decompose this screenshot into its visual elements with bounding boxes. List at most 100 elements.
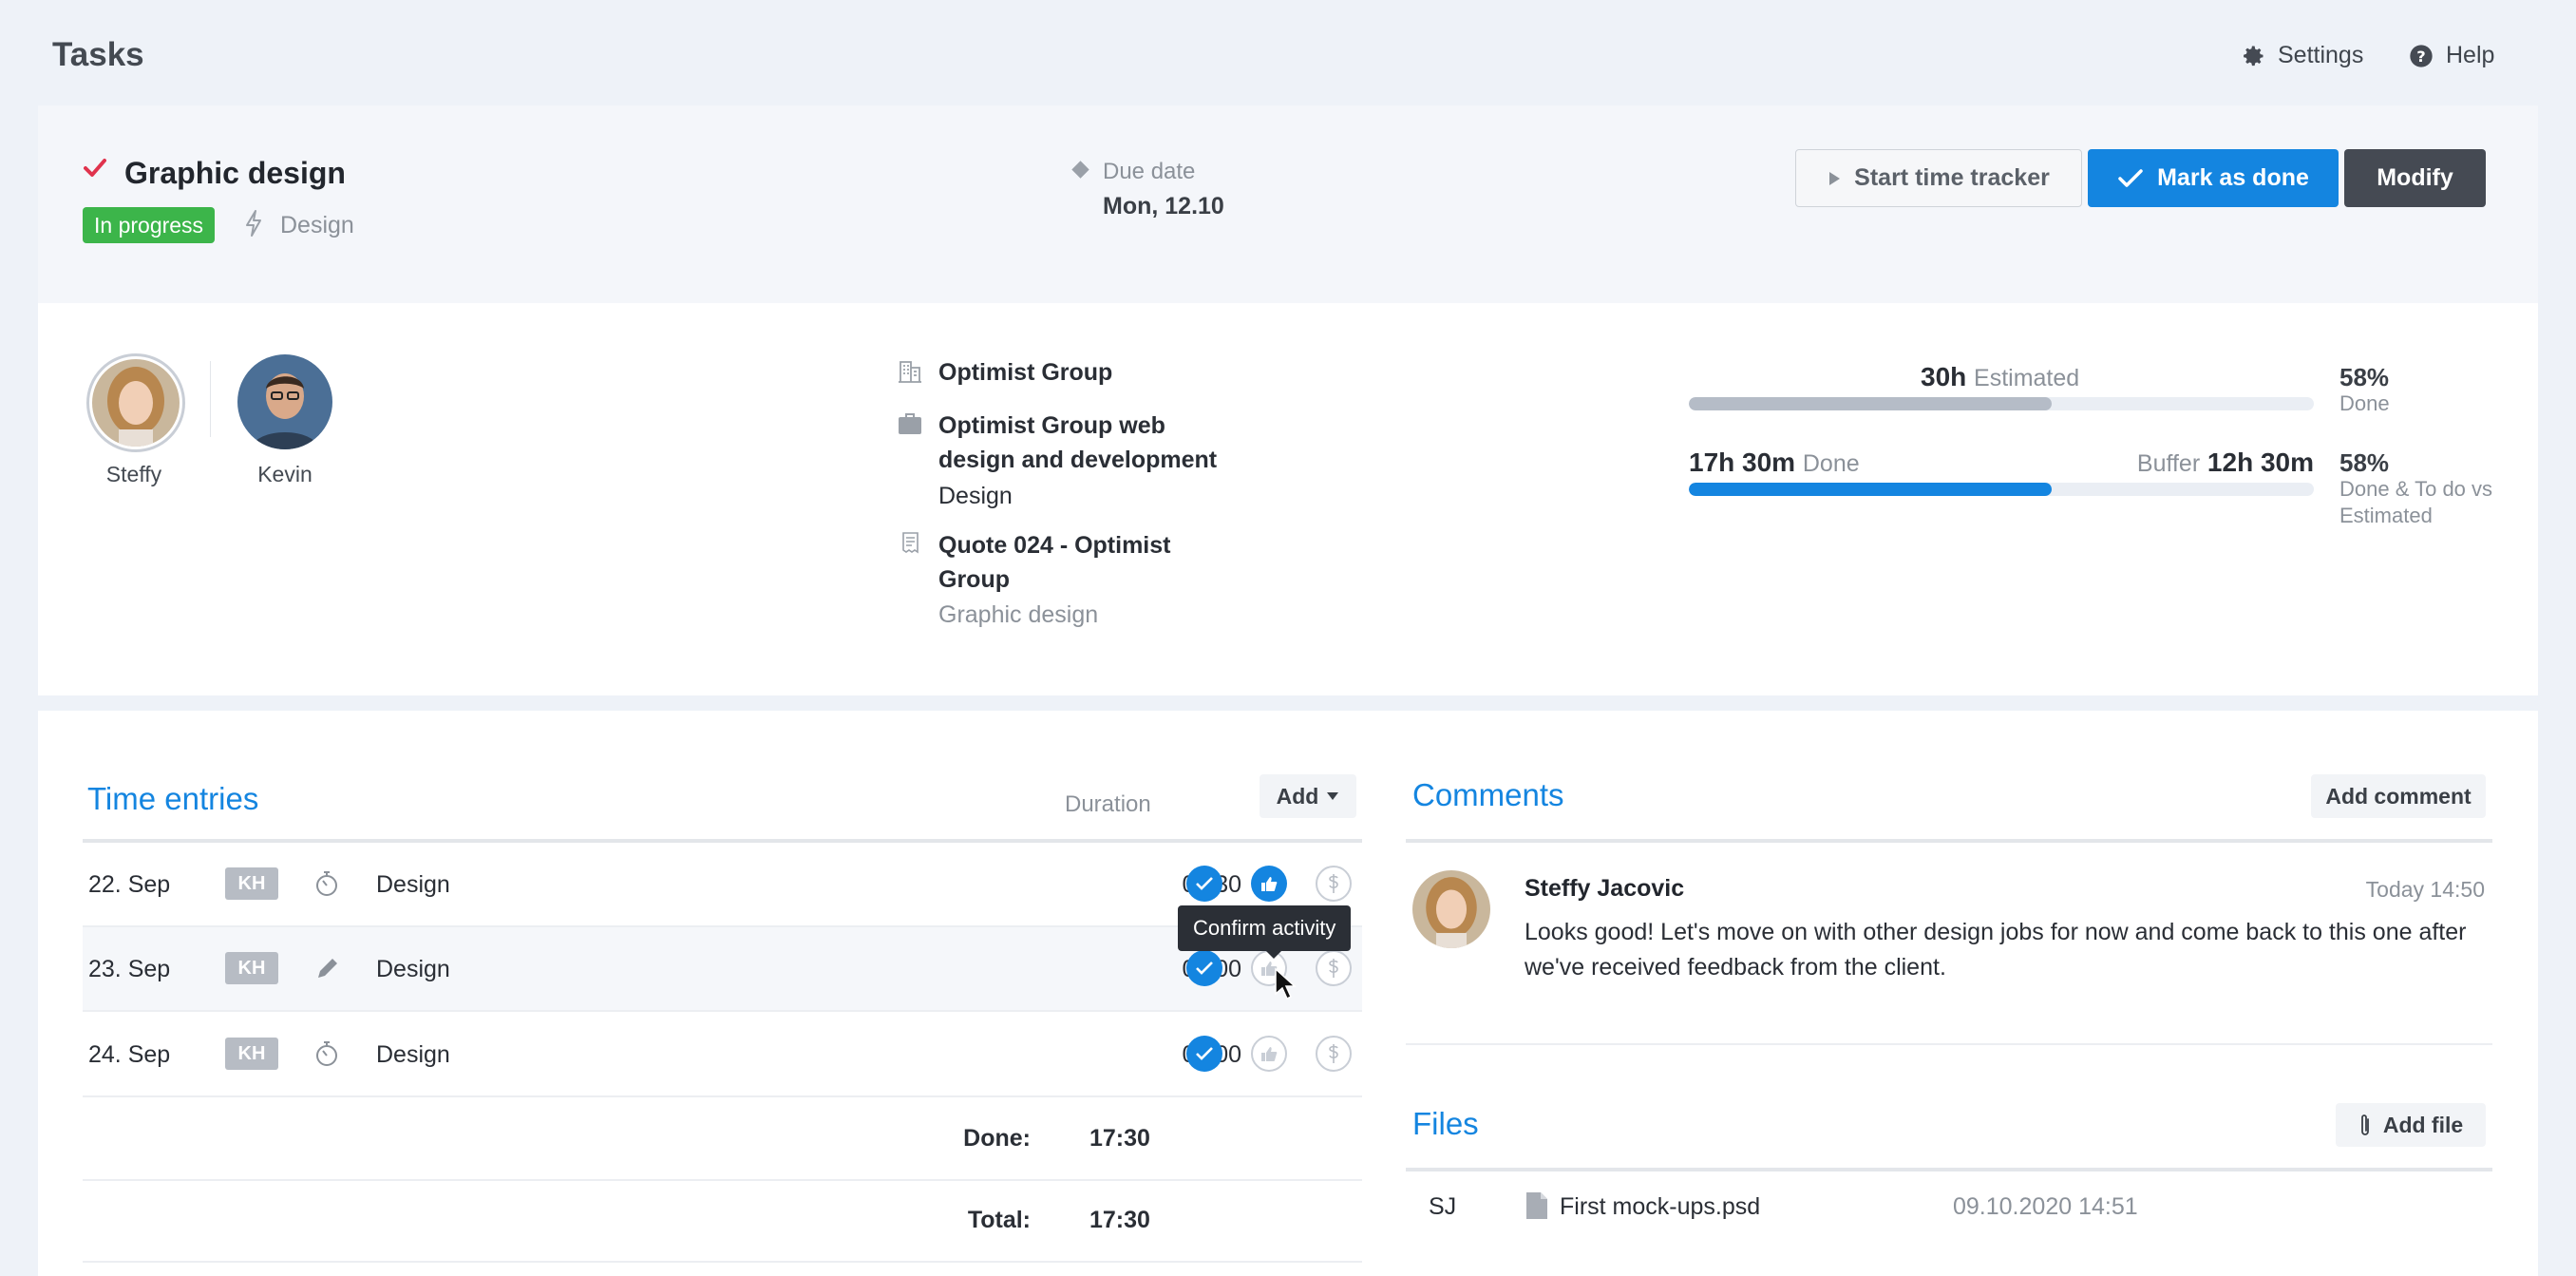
divider (1406, 1043, 2492, 1045)
files-title: Files (1412, 1106, 1479, 1141)
person-photo-icon (92, 359, 180, 447)
dollar-icon (1329, 1044, 1338, 1063)
done-total-value: 17:30 (1089, 1125, 1150, 1152)
estimated-progress-fill (1689, 397, 2052, 410)
add-file-button[interactable]: Add file (2336, 1103, 2486, 1147)
done-check-button[interactable] (1186, 866, 1222, 902)
check-icon (84, 159, 106, 177)
mark-as-done-label: Mark as done (2157, 164, 2309, 191)
done-progress-fill (1689, 483, 2052, 496)
avatar-kevin[interactable] (237, 354, 332, 449)
user-badge: KH (225, 952, 278, 984)
add-file-label: Add file (2382, 1112, 2464, 1137)
quote-name[interactable]: Quote 024 - Optimist Group (938, 528, 1242, 597)
grand-total-label: Total: (967, 1207, 1031, 1233)
stopwatch-icon (316, 871, 337, 896)
divider (210, 361, 211, 437)
confirm-activity-tooltip: Confirm activity (1178, 905, 1352, 959)
file-name[interactable]: First mock-ups.psd (1560, 1193, 1760, 1221)
billable-button[interactable] (1316, 866, 1352, 902)
page-title: Tasks (52, 36, 144, 73)
stopwatch-icon (316, 1041, 337, 1066)
user-badge: KH (225, 1038, 278, 1070)
done-check-button[interactable] (1186, 1036, 1222, 1072)
comment-author: Steffy Jacovic (1525, 875, 1685, 902)
comment-text: Looks good! Let's move on with other des… (1525, 919, 2467, 981)
check-icon (1196, 1047, 1213, 1060)
modify-button[interactable]: Modify (2344, 149, 2486, 207)
time-entries-title: Time entries (87, 781, 259, 816)
entry-date: 24. Sep (88, 1041, 171, 1068)
avatar (1412, 870, 1490, 948)
add-time-entry-button[interactable]: Add (1260, 774, 1356, 818)
caret-down-icon (1327, 792, 1339, 800)
person-photo-icon (1412, 870, 1490, 948)
person-photo-icon (237, 354, 332, 449)
file-uploader: SJ (1429, 1193, 1457, 1220)
gear-icon (2244, 46, 2263, 66)
done-percent-label: Done (2339, 391, 2390, 415)
file-row[interactable]: SJ First mock-ups.psd 09.10.2020 14:51 (1406, 1175, 2492, 1236)
done-text: 17h 30m Done (1689, 448, 1860, 478)
help-link[interactable]: ? Help (2408, 42, 2494, 69)
settings-label: Settings (2278, 42, 2364, 68)
svg-text:?: ? (2416, 47, 2425, 65)
confirm-activity-button[interactable] (1251, 1036, 1287, 1072)
estimated-label: Estimated (1974, 365, 2080, 391)
help-label: Help (2446, 42, 2495, 68)
add-comment-button[interactable]: Add comment (2311, 774, 2486, 818)
project-name[interactable]: Optimist Group web design and developmen… (938, 409, 1242, 477)
entry-description: Design (376, 956, 450, 982)
status-badge: In progress (83, 207, 216, 243)
entry-date: 23. Sep (88, 956, 171, 982)
avatar-steffy[interactable] (86, 353, 185, 452)
building-icon (899, 361, 921, 383)
check-icon (2118, 168, 2143, 187)
billable-button[interactable] (1316, 1036, 1352, 1072)
done-progress-bar (1689, 483, 2314, 496)
duration-column-header: Duration (1065, 791, 1151, 817)
add-label: Add (1276, 783, 1319, 809)
task-title: Graphic design (124, 156, 346, 190)
comments-title: Comments (1412, 777, 1564, 812)
comment-timestamp: Today 14:50 (2365, 877, 2485, 902)
todo-percent-label: Done & To do vs Estimated (2339, 477, 2493, 527)
estimated-progress-bar (1689, 397, 2314, 410)
file-date: 09.10.2020 14:51 (1953, 1193, 2138, 1220)
receipt-icon (902, 532, 919, 554)
start-time-tracker-button[interactable]: Start time tracker (1795, 149, 2082, 207)
divider (83, 1261, 1362, 1263)
settings-link[interactable]: Settings (2240, 42, 2363, 69)
file-icon (1526, 1192, 1547, 1219)
thumbs-up-icon (1261, 877, 1278, 891)
due-date-label: Due date (1103, 159, 1196, 184)
quote-item: Graphic design (938, 601, 1099, 628)
company-name[interactable]: Optimist Group (938, 355, 1242, 390)
done-check-button[interactable] (1186, 950, 1222, 986)
table-row[interactable]: 22. Sep KH Design 04:30 (83, 843, 1362, 927)
billable-button[interactable] (1316, 950, 1352, 986)
done-percent: 58% (2339, 363, 2390, 391)
done-value: 17h 30m (1689, 448, 1796, 477)
cursor-icon (1275, 967, 1297, 1000)
done-label: Done (1802, 450, 1860, 477)
play-icon (1829, 171, 1841, 185)
thumbs-up-icon (1261, 1047, 1278, 1061)
todo-percent: 58% (2339, 448, 2390, 477)
mark-as-done-button[interactable]: Mark as done (2088, 149, 2339, 207)
project-type: Design (938, 483, 1013, 509)
estimated-text: 30h Estimated (1921, 362, 2079, 392)
due-date-value: Mon, 12.10 (1103, 193, 1224, 219)
assignee-name: Steffy (105, 462, 162, 486)
task-category: Design (280, 212, 354, 238)
start-time-tracker-label: Start time tracker (1854, 164, 2050, 191)
divider (1406, 1168, 2492, 1171)
user-badge: KH (225, 867, 278, 900)
table-row[interactable]: 23. Sep KH Design 06:00 (83, 927, 1362, 1012)
assignee-name: Kevin (257, 462, 313, 486)
table-row[interactable]: 24. Sep KH Design 07:00 (83, 1013, 1362, 1097)
buffer-value: 12h 30m (2207, 448, 2314, 477)
check-icon (1196, 877, 1213, 890)
buffer-label: Buffer (2136, 450, 2201, 477)
confirm-activity-button[interactable] (1251, 866, 1287, 902)
